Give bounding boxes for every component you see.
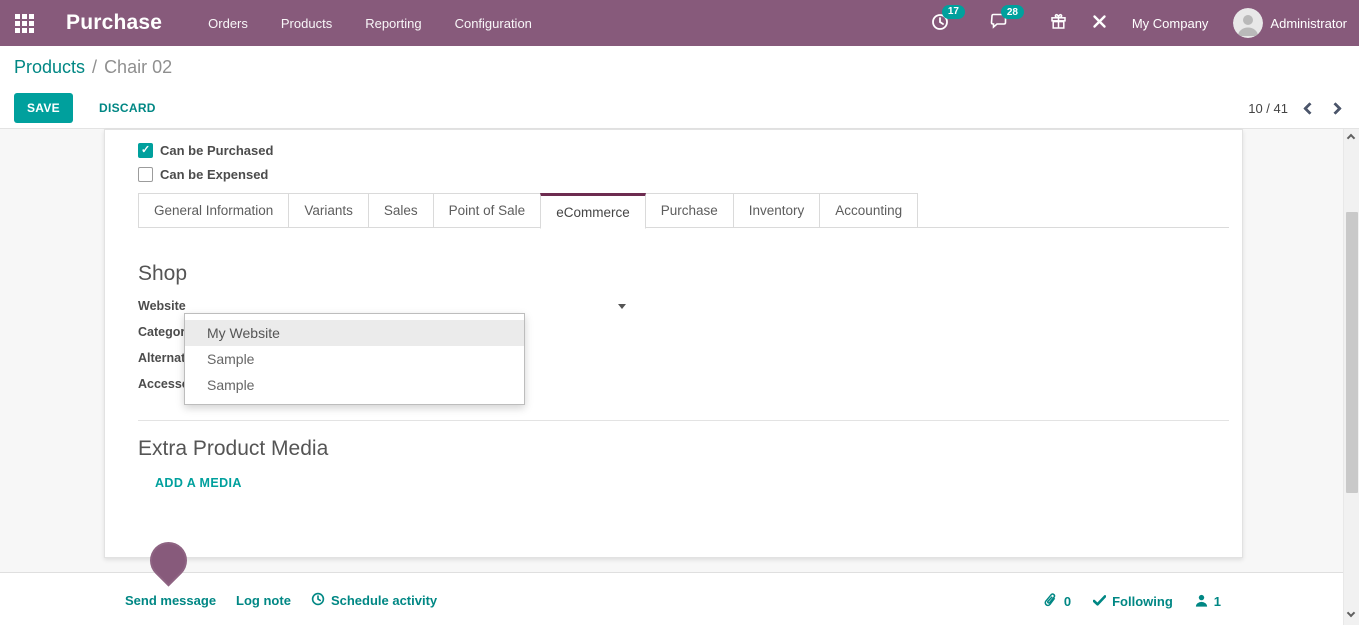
shop-section-title: Shop xyxy=(138,261,1242,287)
person-icon xyxy=(1195,594,1208,610)
attachments-button[interactable]: 0 xyxy=(1043,592,1071,611)
clock-icon xyxy=(311,592,325,609)
can-be-expensed-checkbox[interactable] xyxy=(138,167,153,182)
gift-icon xyxy=(1050,13,1067,33)
company-switcher[interactable]: My Company xyxy=(1132,16,1209,31)
tab-purchase[interactable]: Purchase xyxy=(645,193,734,228)
log-note-button[interactable]: Log note xyxy=(236,593,291,608)
following-button[interactable]: Following xyxy=(1093,594,1173,609)
tab-variants[interactable]: Variants xyxy=(288,193,369,228)
control-panel: SAVE DISCARD 10 / 41 xyxy=(0,88,1359,129)
scroll-up-icon[interactable] xyxy=(1348,135,1355,142)
send-message-button[interactable]: Send message xyxy=(125,593,216,608)
main-menu: Orders Products Reporting Configuration xyxy=(208,16,532,31)
app-title[interactable]: Purchase xyxy=(66,11,162,35)
menu-configuration[interactable]: Configuration xyxy=(455,16,532,31)
chevron-down-icon xyxy=(618,304,626,309)
discard-button[interactable]: DISCARD xyxy=(89,93,166,123)
menu-products[interactable]: Products xyxy=(281,16,332,31)
website-field-label[interactable]: Website xyxy=(138,299,288,313)
chatter-actions: Send message Log note Schedule activity xyxy=(125,592,437,609)
activities-count-badge: 17 xyxy=(942,5,965,19)
apps-grid-icon xyxy=(15,14,34,33)
chatter-status: 0 Following 1 xyxy=(1043,592,1221,611)
record-pager: 10 / 41 xyxy=(1248,101,1340,116)
user-name: Administrator xyxy=(1270,16,1347,31)
pager-previous-icon[interactable] xyxy=(1303,102,1316,115)
followers-count: 1 xyxy=(1214,594,1221,609)
activities-button[interactable]: 17 xyxy=(931,13,949,34)
tab-inventory[interactable]: Inventory xyxy=(733,193,821,228)
vertical-scrollbar[interactable] xyxy=(1343,129,1359,625)
attachments-count: 0 xyxy=(1064,594,1071,609)
schedule-activity-button[interactable]: Schedule activity xyxy=(311,592,437,609)
scrollbar-thumb[interactable] xyxy=(1346,212,1358,493)
tab-sales[interactable]: Sales xyxy=(368,193,434,228)
save-button[interactable]: SAVE xyxy=(14,93,73,123)
can-be-purchased-checkbox[interactable] xyxy=(138,143,153,158)
add-a-media-button[interactable]: ADD A MEDIA xyxy=(155,476,242,490)
extra-media-section-title: Extra Product Media xyxy=(138,436,1242,462)
breadcrumb-parent-link[interactable]: Products xyxy=(14,57,85,78)
scroll-down-icon[interactable] xyxy=(1348,610,1355,617)
dropdown-option-sample-1[interactable]: Sample xyxy=(185,346,524,372)
website-dropdown-menu: My Website Sample Sample xyxy=(184,313,525,405)
tab-accounting[interactable]: Accounting xyxy=(819,193,918,228)
avatar xyxy=(1233,8,1263,38)
topbar-right: 17 28 My Company Administrator xyxy=(931,8,1359,38)
tab-ecommerce[interactable]: eCommerce xyxy=(540,193,646,229)
section-separator xyxy=(138,420,1229,421)
top-navbar: Purchase Orders Products Reporting Confi… xyxy=(0,0,1359,46)
check-icon xyxy=(1093,594,1106,609)
crossed-tools-icon xyxy=(1092,14,1107,32)
dropdown-option-my-website[interactable]: My Website xyxy=(185,320,524,346)
messages-button[interactable]: 28 xyxy=(990,13,1009,33)
form-view-background: Can be Purchased Can be Expensed General… xyxy=(0,129,1359,572)
messages-count-badge: 28 xyxy=(1001,5,1024,19)
tab-general-information[interactable]: General Information xyxy=(138,193,289,228)
schedule-activity-label: Schedule activity xyxy=(331,593,437,608)
can-be-expensed-label: Can be Expensed xyxy=(160,167,268,182)
user-menu[interactable]: Administrator xyxy=(1233,8,1347,38)
paperclip-icon xyxy=(1043,592,1058,611)
can-be-purchased-row[interactable]: Can be Purchased xyxy=(138,138,1242,162)
menu-reporting[interactable]: Reporting xyxy=(365,16,421,31)
tab-point-of-sale[interactable]: Point of Sale xyxy=(433,193,542,228)
chatter-bar: Send message Log note Schedule activity … xyxy=(0,572,1359,625)
developer-tools-button[interactable] xyxy=(1092,14,1107,32)
pager-counter: 10 / 41 xyxy=(1248,101,1288,116)
following-label: Following xyxy=(1112,594,1173,609)
breadcrumb: Products / Chair 02 xyxy=(0,46,1359,88)
gift-button[interactable] xyxy=(1050,13,1067,33)
can-be-expensed-row[interactable]: Can be Expensed xyxy=(138,162,1242,186)
breadcrumb-current: Chair 02 xyxy=(104,57,172,78)
breadcrumb-separator: / xyxy=(85,57,104,78)
apps-menu-button[interactable] xyxy=(0,0,48,46)
menu-orders[interactable]: Orders xyxy=(208,16,248,31)
pager-next-icon[interactable] xyxy=(1329,102,1342,115)
notebook-tabs: General Information Variants Sales Point… xyxy=(138,193,1229,228)
dropdown-option-sample-2[interactable]: Sample xyxy=(185,372,524,398)
followers-button[interactable]: 1 xyxy=(1195,594,1221,610)
can-be-purchased-label: Can be Purchased xyxy=(160,143,273,158)
